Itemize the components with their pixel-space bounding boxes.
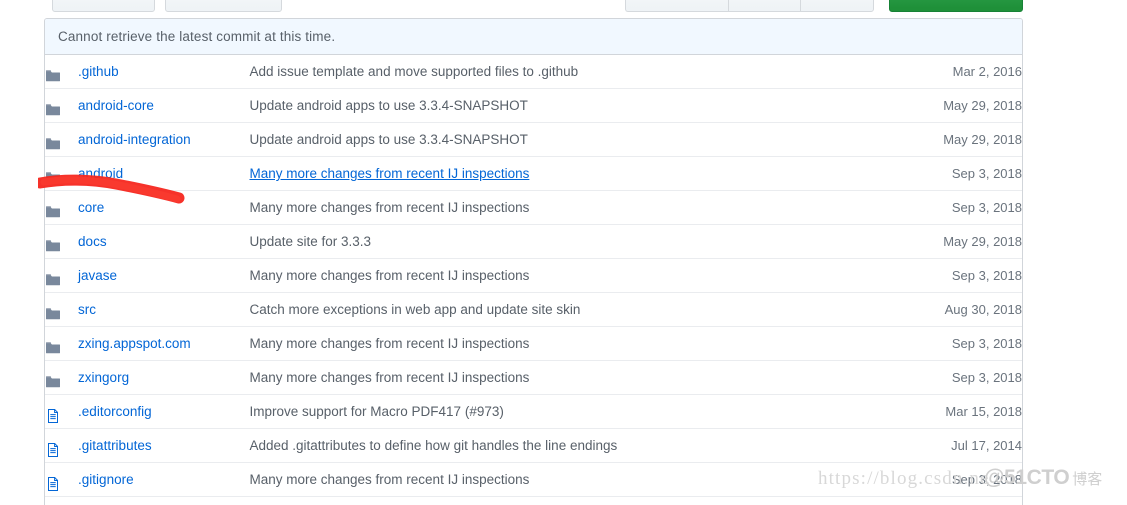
cto-watermark-cn: 博客 (1072, 469, 1103, 488)
commit-message-link[interactable]: Update android apps to use 3.3.4-SNAPSHO… (249, 98, 527, 113)
commit-message-link[interactable]: Many more changes from recent IJ inspect… (249, 200, 529, 215)
commit-date: May 29, 2018 (943, 132, 1022, 147)
folder-icon (45, 369, 61, 388)
table-row[interactable]: core Many more changes from recent IJ ins… (45, 190, 1022, 225)
file-icon (45, 471, 61, 492)
folder-icon (45, 63, 61, 82)
folder-icon (45, 301, 61, 320)
clone-or-download-button[interactable] (889, 0, 1023, 12)
folder-icon (45, 131, 61, 150)
commit-date: May 29, 2018 (943, 234, 1022, 249)
folder-icon (45, 335, 61, 354)
table-row[interactable]: zxing.appspot.com Many more changes from … (45, 326, 1022, 361)
table-row[interactable]: android-core Update android apps to use 3… (45, 88, 1022, 123)
table-row[interactable]: docs Update site for 3.3.3 May 29, 2018 (45, 224, 1022, 259)
commit-date: Jul 17, 2014 (951, 438, 1022, 453)
commit-message-link[interactable]: Many more changes from recent IJ inspect… (249, 370, 529, 385)
latest-commit-message: Cannot retrieve the latest commit at thi… (58, 29, 336, 44)
file-table: .github Add issue template and move suppo… (45, 55, 1022, 505)
file-name-link[interactable]: .gitignore (78, 472, 134, 487)
file-name-link[interactable]: zxingorg (78, 370, 129, 385)
commit-date: Sep 3, 2018 (951, 472, 1022, 487)
table-row[interactable]: android Many more changes from recent IJ … (45, 156, 1022, 191)
file-name-link[interactable]: zxing.appspot.com (78, 336, 191, 351)
create-new-file-button[interactable] (625, 0, 728, 12)
file-name-link[interactable]: .editorconfig (78, 404, 152, 419)
file-name-link[interactable]: javase (78, 268, 117, 283)
table-row[interactable]: .gitattributes Added .gitattributes to de… (45, 428, 1022, 463)
file-name-link[interactable]: android (78, 166, 123, 181)
commit-message-link[interactable]: Update android apps to use 3.3.4-SNAPSHO… (249, 132, 527, 147)
file-icon (45, 403, 61, 424)
file-name-link[interactable]: .gitattributes (78, 438, 152, 453)
folder-icon (45, 267, 61, 286)
commit-date: Mar 2, 2016 (952, 64, 1022, 79)
commit-message-link[interactable]: Many more changes from recent IJ inspect… (249, 336, 529, 351)
file-icon (45, 437, 61, 458)
commit-message-link[interactable]: Many more changes from recent IJ inspect… (249, 268, 529, 283)
screenshot-root: Cannot retrieve the latest commit at thi… (0, 0, 1127, 505)
file-name-link[interactable]: android-integration (78, 132, 191, 147)
file-name-link[interactable]: core (78, 200, 104, 215)
table-row[interactable]: src Catch more exceptions in web app and … (45, 292, 1022, 327)
branch-button[interactable] (52, 0, 155, 12)
repo-toolbar (0, 0, 1127, 12)
commit-date: Mar 15, 2018 (945, 404, 1022, 419)
table-row[interactable]: zxingorg Many more changes from recent IJ… (45, 360, 1022, 395)
folder-icon (45, 199, 61, 218)
commit-message-link[interactable]: Catch more exceptions in web app and upd… (249, 302, 580, 317)
commit-date: May 29, 2018 (943, 98, 1022, 113)
commit-message-link[interactable]: Update site for 3.3.3 (249, 234, 371, 249)
pulls-button[interactable] (165, 0, 282, 12)
upload-files-button[interactable] (728, 0, 800, 12)
file-name-link[interactable]: docs (78, 234, 107, 249)
find-file-button[interactable] (800, 0, 874, 12)
folder-icon (45, 97, 61, 116)
commit-date: Sep 3, 2018 (951, 268, 1022, 283)
commit-message-link[interactable]: Improve support for Macro PDF417 (#973) (249, 404, 503, 419)
commit-date: Sep 3, 2018 (951, 200, 1022, 215)
file-name-link[interactable]: src (78, 302, 96, 317)
file-listing-box: Cannot retrieve the latest commit at thi… (44, 18, 1023, 505)
commit-date: Sep 3, 2018 (951, 166, 1022, 181)
file-name-link[interactable]: android-core (78, 98, 154, 113)
commit-message-link[interactable]: Add issue template and move supported fi… (249, 64, 578, 79)
table-row[interactable]: .travis.ymlBuild Java 9 on Travis; updat… (45, 496, 1022, 505)
folder-icon (45, 233, 61, 252)
commit-date: Sep 3, 2018 (951, 336, 1022, 351)
commit-date: Sep 3, 2018 (951, 370, 1022, 385)
table-row[interactable]: javase Many more changes from recent IJ i… (45, 258, 1022, 293)
latest-commit-banner: Cannot retrieve the latest commit at thi… (45, 19, 1022, 55)
table-row[interactable]: .github Add issue template and move suppo… (45, 55, 1022, 89)
table-row[interactable]: android-integration Update android apps t… (45, 122, 1022, 157)
commit-date: Aug 30, 2018 (944, 302, 1022, 317)
commit-message-link[interactable]: Many more changes from recent IJ inspect… (249, 166, 529, 181)
file-actions-button-group (625, 0, 874, 12)
commit-message-link[interactable]: Added .gitattributes to define how git h… (249, 438, 617, 453)
folder-icon (45, 165, 61, 184)
commit-message-link[interactable]: Many more changes from recent IJ inspect… (249, 472, 529, 487)
file-name-link[interactable]: .github (78, 64, 119, 79)
table-row[interactable]: .gitignore Many more changes from recent … (45, 462, 1022, 497)
table-row[interactable]: .editorconfig Improve support for Macro P… (45, 394, 1022, 429)
